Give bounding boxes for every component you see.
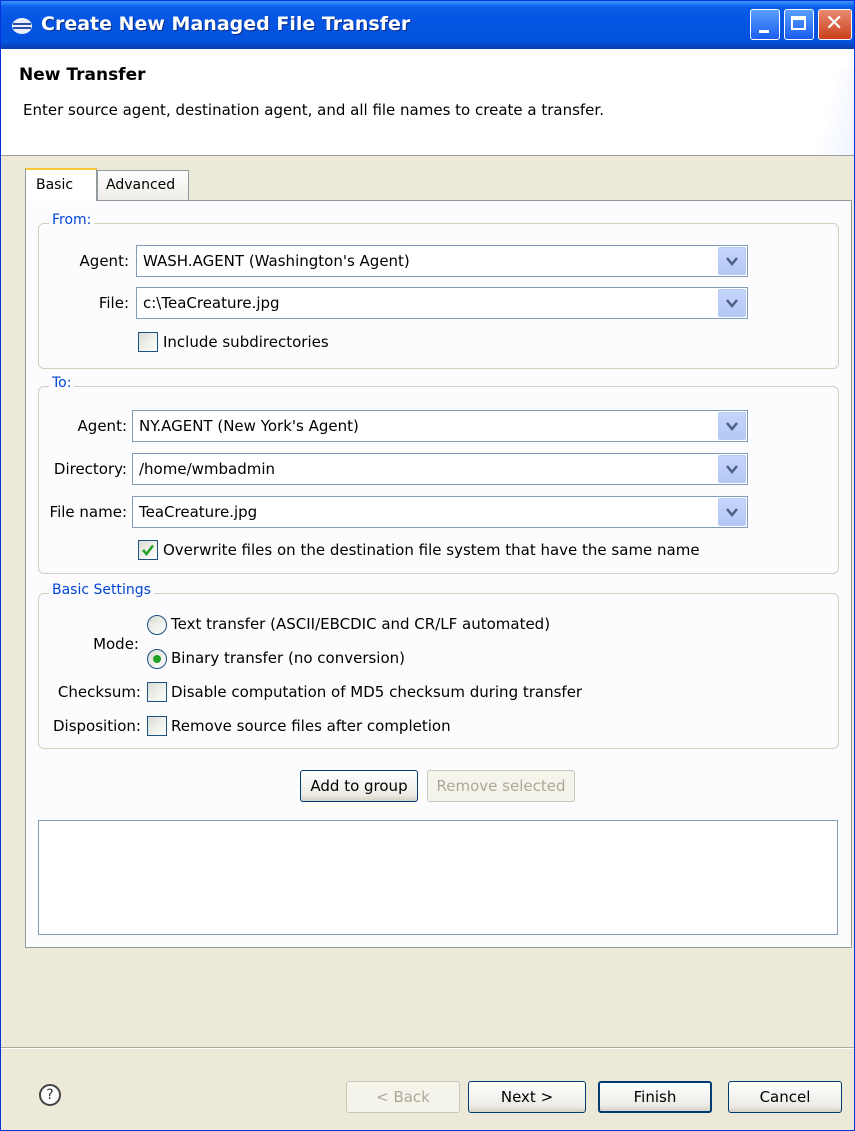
checkmark-icon (142, 544, 154, 556)
back-button[interactable]: < Back (346, 1081, 460, 1113)
from-file-label: File: (98, 294, 129, 312)
header-banner-decoration (814, 69, 854, 155)
minimize-icon (759, 30, 769, 33)
next-button[interactable]: Next > (468, 1081, 586, 1113)
file-name-value: TeaCreature.jpg (139, 503, 258, 521)
overwrite-label: Overwrite files on the destination file … (163, 541, 700, 559)
disable-checksum-checkbox[interactable] (147, 682, 167, 702)
finish-button[interactable]: Finish (598, 1081, 712, 1113)
chevron-down-icon[interactable] (718, 498, 746, 526)
maximize-icon (791, 16, 806, 30)
page-description: Enter source agent, destination agent, a… (23, 101, 604, 119)
directory-value: /home/wmbadmin (139, 460, 276, 478)
tab-advanced[interactable]: Advanced (97, 170, 189, 201)
mode-label: Mode: (93, 635, 139, 653)
binary-transfer-radio[interactable] (147, 649, 167, 669)
basic-settings-legend: Basic Settings (49, 582, 154, 598)
to-agent-label: Agent: (77, 417, 127, 435)
dialog-window: Create New Managed File Transfer ✕ New T… (0, 0, 855, 1131)
disposition-label: Disposition: (52, 717, 141, 735)
chevron-down-icon[interactable] (718, 455, 746, 483)
help-icon[interactable]: ? (39, 1084, 61, 1106)
footer-separator (1, 1047, 854, 1049)
window-title: Create New Managed File Transfer (41, 13, 411, 35)
checksum-label: Checksum: (57, 683, 141, 701)
overwrite-checkbox[interactable] (138, 540, 158, 560)
radio-selected-dot (153, 655, 161, 663)
minimize-button[interactable] (750, 9, 780, 40)
from-file-value: c:\TeaCreature.jpg (143, 294, 280, 312)
text-transfer-radio[interactable] (147, 615, 167, 635)
transfer-group-list[interactable] (38, 820, 838, 935)
chevron-down-icon[interactable] (718, 247, 746, 275)
page-title: New Transfer (19, 65, 146, 85)
chevron-down-icon[interactable] (718, 412, 746, 440)
to-legend: To: (49, 375, 75, 391)
from-agent-value: WASH.AGENT (Washington's Agent) (143, 252, 410, 270)
remove-source-files-text: Remove source files after completion (171, 717, 451, 735)
directory-label: Directory: (53, 460, 127, 478)
from-agent-combo[interactable]: WASH.AGENT (Washington's Agent) (136, 245, 748, 277)
add-to-group-button[interactable]: Add to group (300, 770, 418, 802)
text-transfer-label: Text transfer (ASCII/EBCDIC and CR/LF au… (171, 615, 551, 633)
close-button[interactable]: ✕ (818, 9, 852, 40)
binary-transfer-label: Binary transfer (no conversion) (171, 649, 406, 667)
from-agent-label: Agent: (79, 252, 129, 270)
remove-selected-button[interactable]: Remove selected (427, 770, 575, 802)
remove-source-files-checkbox[interactable] (147, 716, 167, 736)
wizard-header: New Transfer Enter source agent, destina… (1, 49, 854, 156)
file-name-combo[interactable]: TeaCreature.jpg (132, 496, 748, 528)
tab-basic[interactable]: Basic (25, 168, 97, 201)
title-bar[interactable]: Create New Managed File Transfer ✕ (1, 1, 854, 49)
to-agent-combo[interactable]: NY.AGENT (New York's Agent) (132, 410, 748, 442)
include-subdirectories-label: Include subdirectories (163, 333, 329, 351)
from-legend: From: (49, 212, 95, 228)
from-file-combo[interactable]: c:\TeaCreature.jpg (136, 287, 748, 319)
tab-basic-label: Basic (36, 177, 74, 193)
chevron-down-icon[interactable] (718, 289, 746, 317)
tab-advanced-label: Advanced (106, 177, 176, 193)
eclipse-icon (11, 17, 33, 35)
directory-combo[interactable]: /home/wmbadmin (132, 453, 748, 485)
to-agent-value: NY.AGENT (New York's Agent) (139, 417, 359, 435)
close-icon: ✕ (825, 11, 844, 36)
cancel-button[interactable]: Cancel (728, 1081, 842, 1113)
file-name-label: File name: (49, 503, 127, 521)
include-subdirectories-checkbox[interactable] (138, 332, 158, 352)
maximize-button[interactable] (784, 9, 814, 40)
disable-checksum-text: Disable computation of MD5 checksum duri… (171, 683, 583, 701)
